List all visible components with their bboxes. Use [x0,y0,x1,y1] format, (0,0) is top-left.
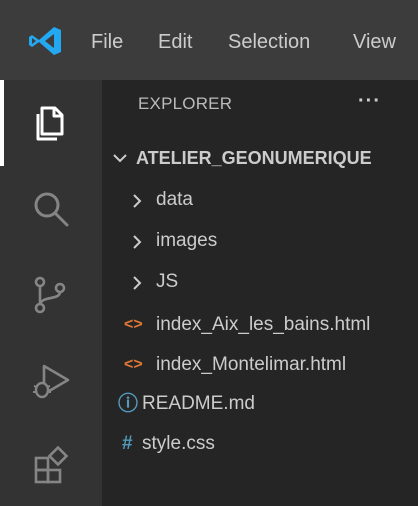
tree-file[interactable]: # style.css [102,424,418,464]
run-debug-icon [33,364,70,399]
vscode-window: File Edit Selection View EXPLORER ··· AT… [0,0,418,506]
activity-search[interactable] [0,166,102,252]
activity-source-control[interactable] [0,252,102,338]
chevron-down-icon [113,154,127,163]
vscode-logo-icon[interactable] [28,26,62,56]
root-folder-label: ATELIER_GEONUMERIQUE [136,148,372,168]
menu-view[interactable]: View [353,27,396,57]
html-icon: <> [124,356,143,373]
tree-file[interactable]: <> index_Aix_les_bains.html [102,305,418,345]
activity-run-debug[interactable] [0,338,102,424]
chevron-right-icon [133,235,142,249]
search-icon [34,192,69,227]
folder-label: data [156,189,193,210]
hash-icon: # [122,433,133,454]
chevron-right-icon [133,194,142,208]
html-icon: <> [124,316,143,333]
menu-edit[interactable]: Edit [158,27,192,57]
folder-label: images [156,230,218,251]
activity-extensions[interactable] [0,424,102,506]
extensions-icon [34,446,69,484]
source-control-icon [34,276,66,314]
activity-bar [0,80,102,506]
tree-root-folder[interactable]: ATELIER_GEONUMERIQUE [102,138,418,178]
file-label: index_Aix_les_bains.html [156,314,371,335]
file-label: README.md [142,393,255,414]
tree-file[interactable]: <> index_Montelimar.html [102,345,418,385]
active-indicator [0,80,4,166]
title-bar: File Edit Selection View [0,0,418,80]
folder-label: JS [156,271,179,292]
tree-folder[interactable]: images [102,221,418,261]
files-icon [36,106,64,141]
file-label: style.css [142,433,215,454]
tree-folder[interactable]: JS [102,262,418,302]
info-icon: ⓘ [118,393,138,415]
menu-file[interactable]: File [91,27,123,57]
more-actions-icon[interactable]: ··· [358,90,381,113]
explorer-panel: EXPLORER ··· ATELIER_GEONUMERIQUE data i… [102,80,418,506]
menu-selection[interactable]: Selection [228,27,310,57]
explorer-title: EXPLORER [138,94,233,113]
tree-folder[interactable]: data [102,180,418,220]
tree-file[interactable]: ⓘ README.md [102,384,418,424]
file-label: index_Montelimar.html [156,354,347,375]
chevron-right-icon [133,276,142,290]
activity-explorer[interactable] [0,80,102,166]
